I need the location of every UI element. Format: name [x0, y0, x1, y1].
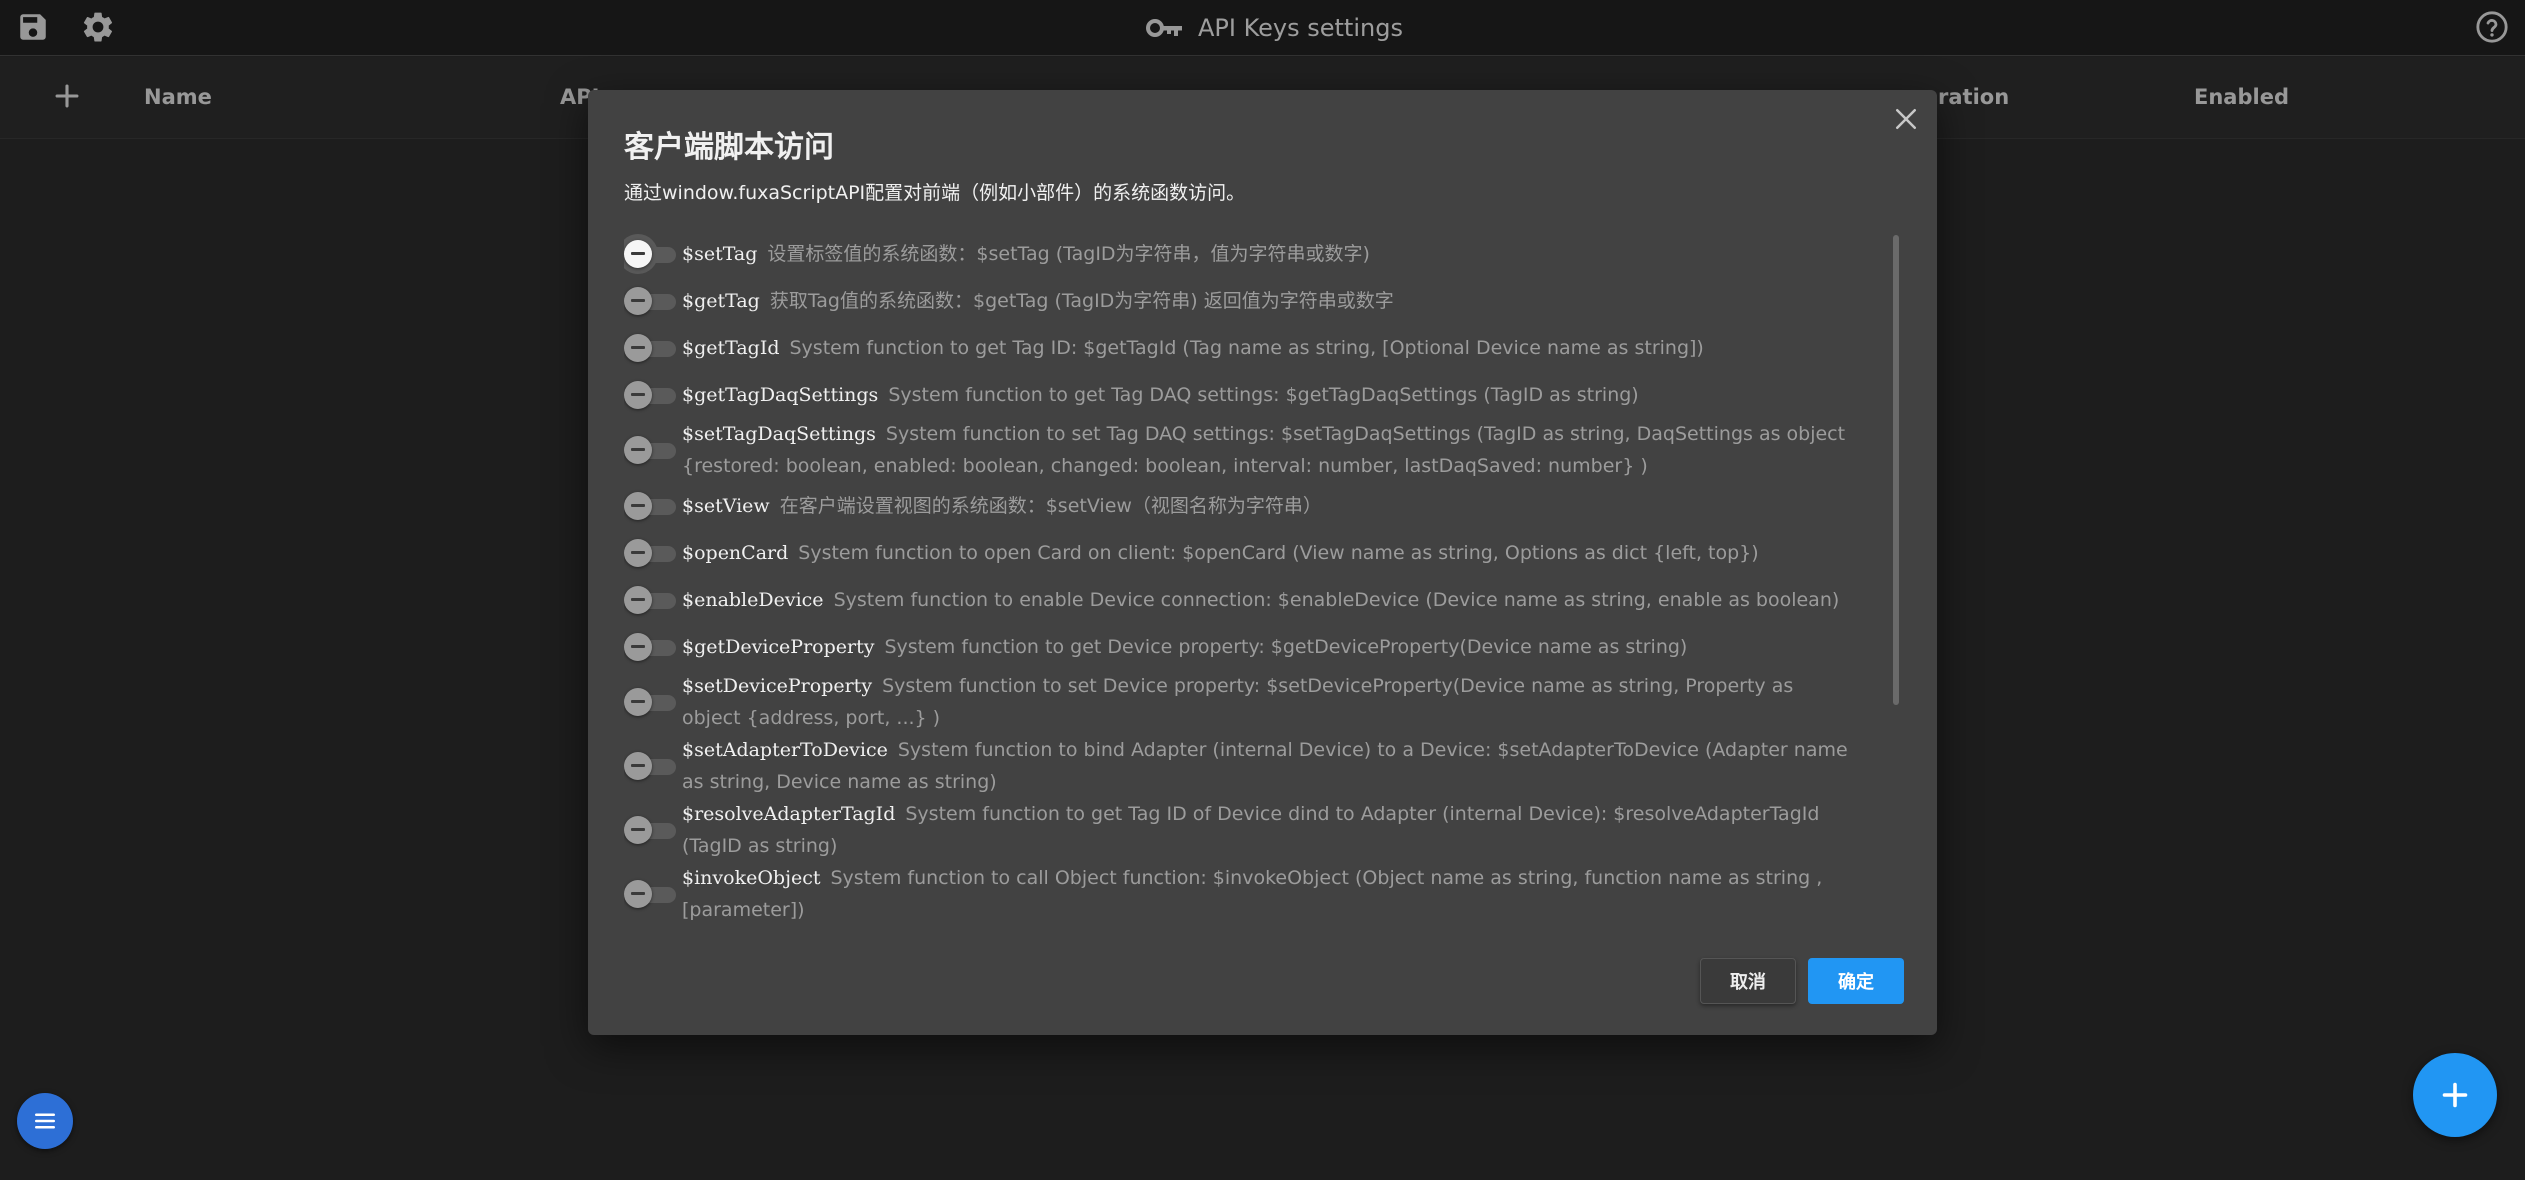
list-item: $getTag 获取Tag值的系统函数：$getTag (TagID为字符串) 返… [624, 277, 1854, 324]
toggle-switch[interactable] [624, 491, 680, 520]
function-name: $openCard [682, 541, 789, 564]
function-description: System function to get Tag DAQ settings:… [888, 383, 1639, 406]
list-item: $enableDevice System function to enable D… [624, 576, 1854, 623]
function-name: $invokeObject [682, 867, 821, 889]
list-item: $resolveAdapterTagId System function to g… [624, 798, 1854, 862]
list-item: $setTag 设置标签值的系统函数：$setTag (TagID为字符串，值为字… [624, 230, 1854, 277]
function-description: System function to get Device property: … [884, 635, 1688, 658]
client-script-access-dialog: 客户端脚本访问 通过window.fuxaScriptAPI配置对前端（例如小部… [588, 90, 1937, 1035]
list-item: $setView 在客户端设置视图的系统函数：$setView（视图名称为字符串） [624, 482, 1854, 529]
cancel-button[interactable]: 取消 [1700, 958, 1796, 1004]
function-description: System function to open Card on client: … [798, 541, 1759, 564]
function-name: $setTagDaqSettings [682, 423, 876, 445]
function-name: $setTag [682, 242, 758, 265]
function-name: $getTag [682, 289, 760, 312]
function-name: $setDeviceProperty [682, 675, 873, 697]
function-name: $setView [682, 494, 770, 517]
toggle-switch[interactable] [624, 585, 680, 614]
plus-icon [2442, 1082, 2468, 1108]
dialog-title: 客户端脚本访问 [624, 130, 834, 165]
toggle-switch[interactable] [624, 286, 680, 315]
list-item: $setDeviceProperty System function to set… [624, 670, 1854, 734]
toggle-switch[interactable] [624, 436, 680, 464]
toggle-switch[interactable] [624, 233, 680, 274]
function-description: System function to enable Device connect… [833, 588, 1840, 611]
list-item: $getTagDaqSettings System function to get… [624, 371, 1854, 418]
ok-button[interactable]: 确定 [1808, 958, 1904, 1004]
function-name: $getTagId [682, 336, 780, 359]
list-item: $getDeviceProperty System function to get… [624, 623, 1854, 670]
list-item: $getTagId System function to get Tag ID: … [624, 324, 1854, 371]
function-description: 在客户端设置视图的系统函数：$setView（视图名称为字符串） [779, 494, 1322, 517]
function-description: System function to call Object function:… [682, 867, 1823, 921]
scrollbar[interactable] [1893, 235, 1899, 705]
function-list: $setTag 设置标签值的系统函数：$setTag (TagID为字符串，值为字… [624, 230, 1854, 1015]
list-item: $setTagDaqSettings System function to set… [624, 418, 1854, 482]
toggle-switch[interactable] [624, 538, 680, 567]
toggle-switch[interactable] [624, 333, 680, 362]
function-name: $setAdapterToDevice [682, 739, 888, 761]
menu-icon [35, 1113, 55, 1129]
close-icon[interactable] [1891, 104, 1921, 134]
list-item: $setAdapterToDevice System function to bi… [624, 734, 1854, 798]
function-name: $resolveAdapterTagId [682, 803, 896, 825]
toggle-switch[interactable] [624, 380, 680, 409]
dialog-description: 通过window.fuxaScriptAPI配置对前端（例如小部件）的系统函数访… [624, 182, 1246, 204]
list-item: $openCard System function to open Card on… [624, 529, 1854, 576]
toggle-switch[interactable] [624, 632, 680, 661]
function-description: 设置标签值的系统函数：$setTag (TagID为字符串，值为字符串或数字) [767, 242, 1370, 265]
toggle-switch[interactable] [624, 688, 680, 716]
list-item: $invokeObject System function to call Obj… [624, 862, 1854, 926]
function-name: $getDeviceProperty [682, 635, 875, 658]
add-api-key-button[interactable] [2413, 1053, 2497, 1137]
toggle-switch[interactable] [624, 816, 680, 844]
function-name: $enableDevice [682, 588, 824, 611]
function-description: System function to get Tag ID: $getTagId… [789, 336, 1704, 359]
toggle-switch[interactable] [624, 880, 680, 908]
function-name: $getTagDaqSettings [682, 383, 879, 406]
menu-button[interactable] [17, 1093, 73, 1149]
toggle-switch[interactable] [624, 752, 680, 780]
function-description: 获取Tag值的系统函数：$getTag (TagID为字符串) 返回值为字符串或… [769, 289, 1394, 312]
